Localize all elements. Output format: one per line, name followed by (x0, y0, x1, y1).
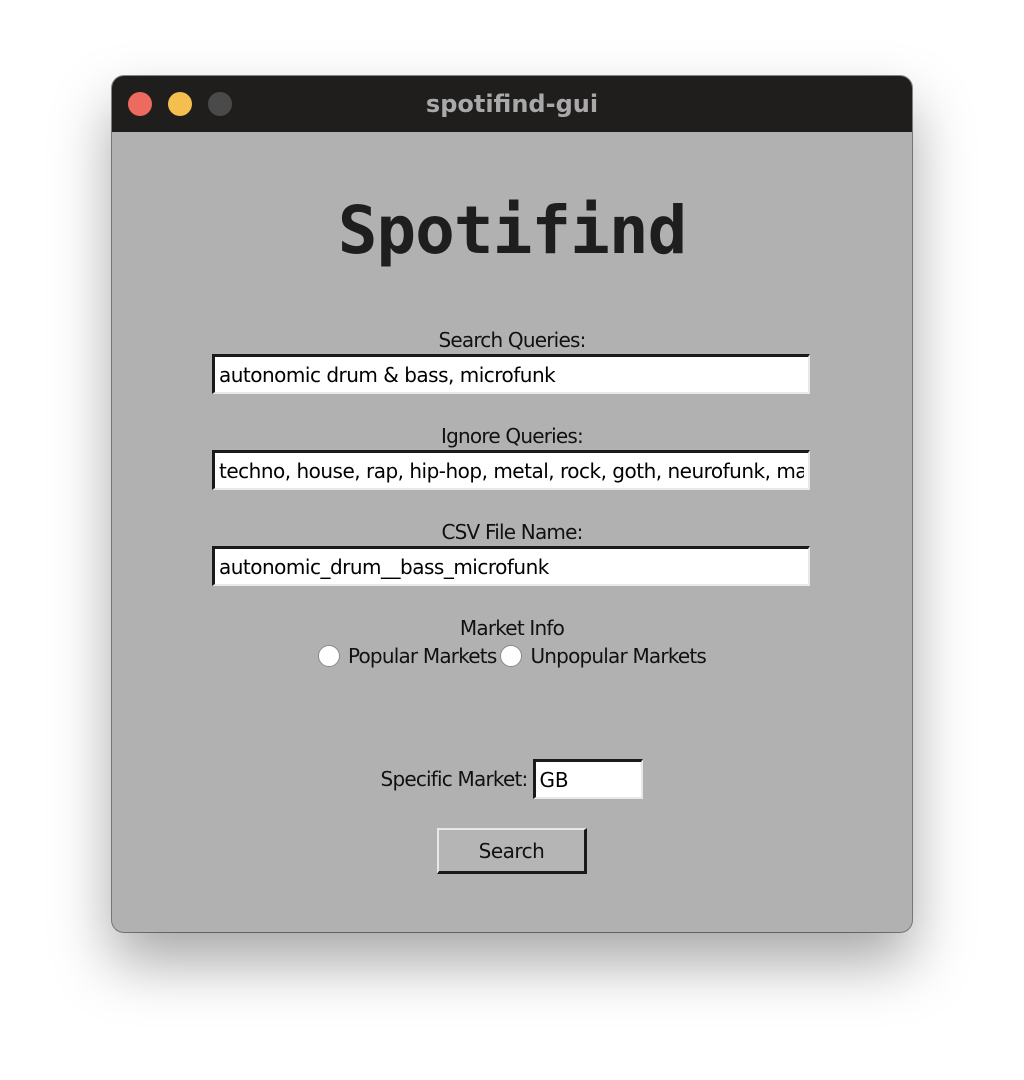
popular-markets-label: Popular Markets (347, 644, 497, 668)
unpopular-markets-radio[interactable]: Unpopular Markets (500, 644, 707, 668)
window-title: spotifind-gui (425, 90, 599, 118)
ignore-queries-input[interactable] (212, 450, 810, 490)
market-radio-group: Popular Markets Unpopular Markets (112, 644, 912, 668)
search-button[interactable]: Search (437, 828, 587, 874)
specific-market-input[interactable] (533, 759, 644, 799)
popular-markets-radio[interactable]: Popular Markets (317, 644, 497, 668)
app-heading: Spotifind (337, 192, 688, 269)
main-content: Spotifind Search Queries: Ignore Queries… (112, 132, 912, 932)
app-window: spotifind-gui Spotifind Search Queries: … (112, 76, 912, 932)
ignore-queries-label: Ignore Queries: (441, 424, 584, 448)
market-info-label: Market Info (459, 616, 565, 640)
search-queries-label: Search Queries: (438, 328, 586, 352)
search-queries-input[interactable] (212, 354, 810, 394)
specific-market-label: Specific Market: (380, 767, 529, 791)
csv-file-name-label: CSV File Name: (441, 520, 583, 544)
radio-circle-icon[interactable] (317, 645, 340, 667)
unpopular-markets-label: Unpopular Markets (530, 644, 707, 668)
title-bar[interactable]: spotifind-gui (112, 76, 912, 132)
specific-market-row: Specific Market: (112, 759, 912, 799)
radio-circle-icon[interactable] (500, 645, 523, 667)
csv-file-name-input[interactable] (212, 546, 810, 586)
